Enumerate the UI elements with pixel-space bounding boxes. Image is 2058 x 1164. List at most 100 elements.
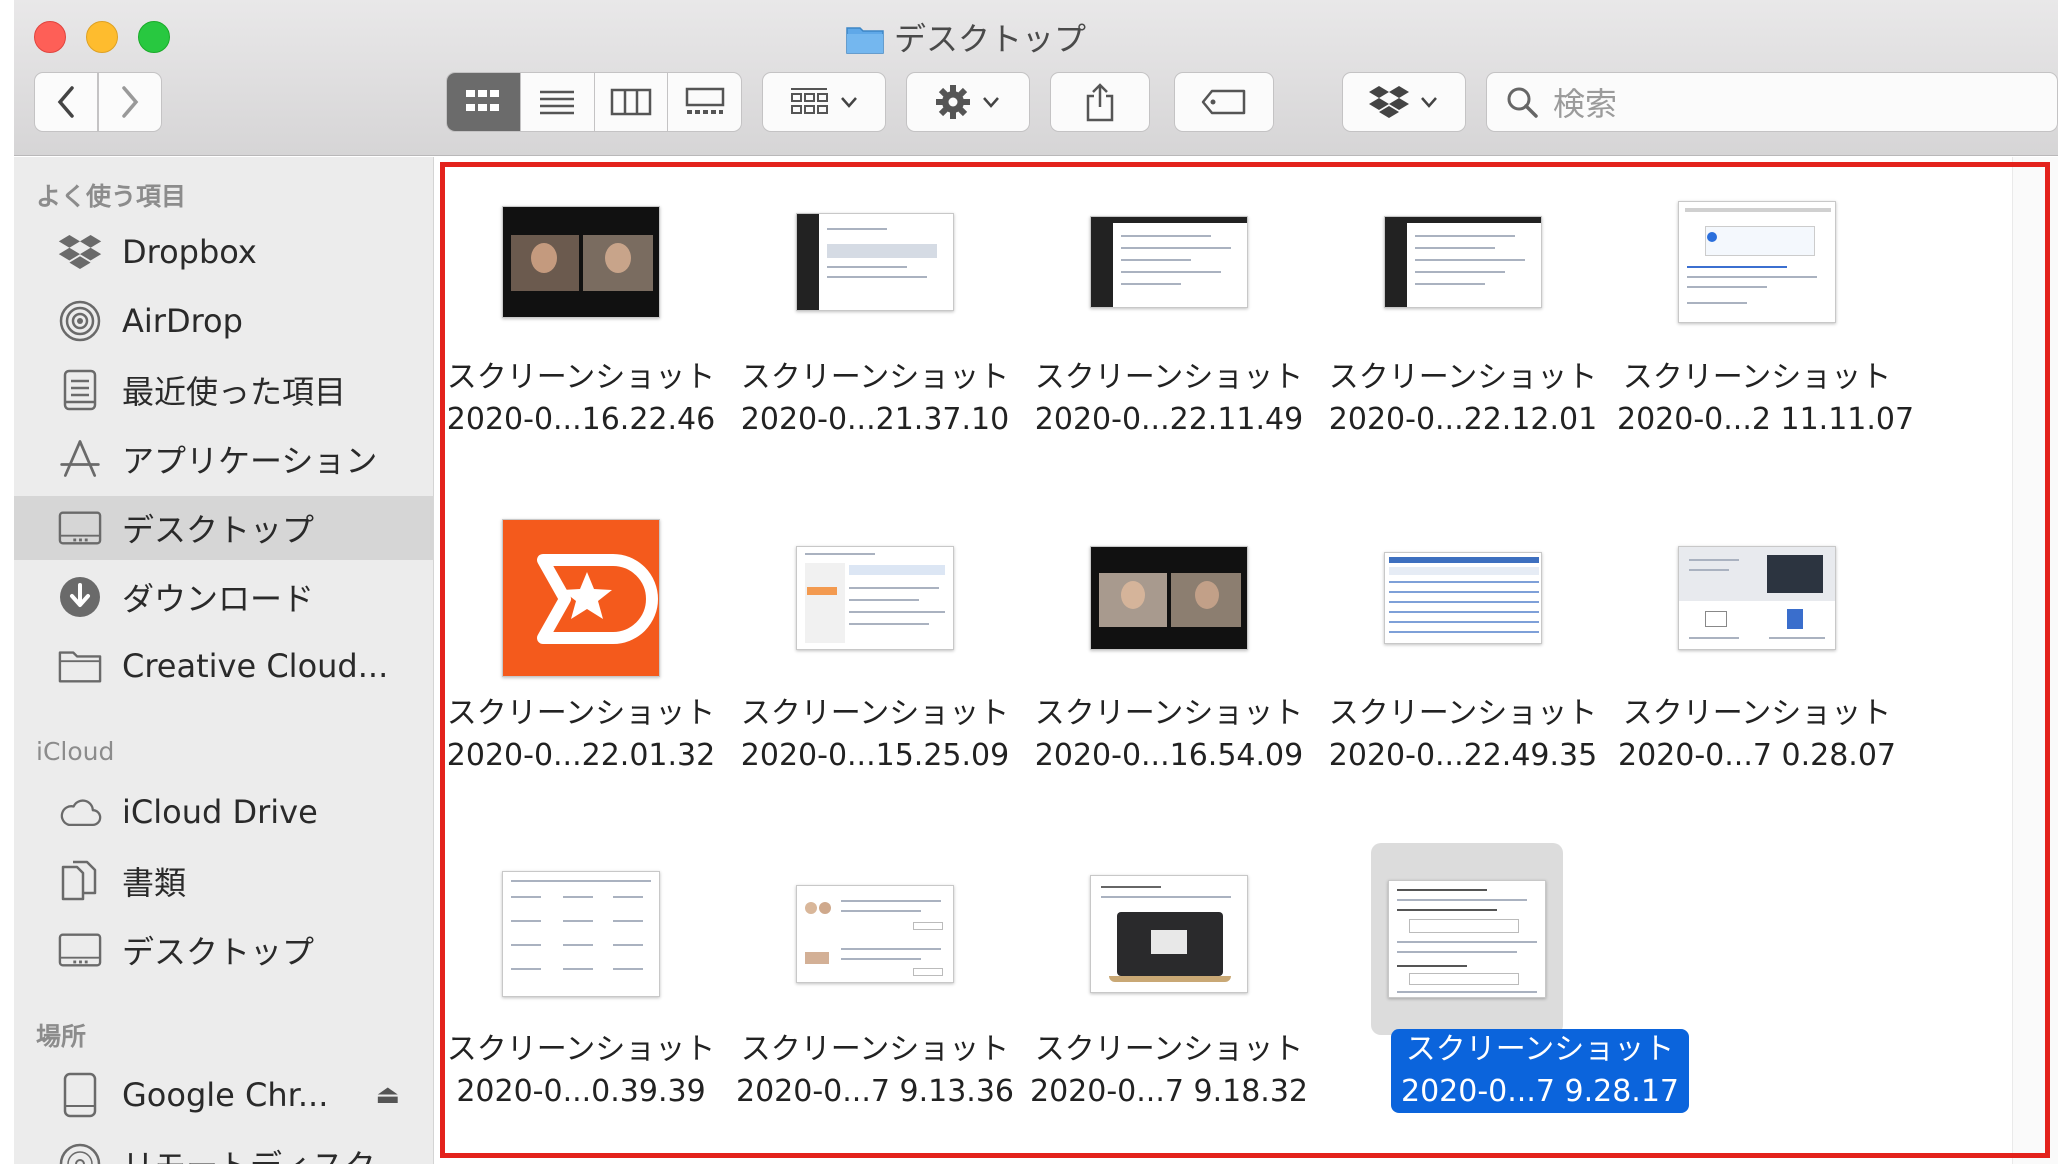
folder-icon (58, 644, 102, 688)
share-icon (1086, 83, 1114, 122)
icon-view-icon (466, 90, 500, 111)
file-thumbnail (1090, 216, 1248, 308)
list-view-icon (540, 90, 575, 115)
column-view-button[interactable] (595, 73, 669, 131)
scrollbar[interactable] (2012, 157, 2058, 1164)
search-field[interactable]: 検索 (1486, 72, 2058, 132)
file-thumbnail (1388, 880, 1546, 998)
action-menu-button[interactable] (906, 72, 1030, 132)
file-item[interactable]: スクリーンショット 2020-0...22.49.35 (1323, 513, 1603, 843)
sidebar-item-desktop[interactable]: デスクトップ (14, 496, 434, 560)
file-name: スクリーンショット 2020-0...7 0.28.07 (1618, 696, 1896, 773)
recents-icon (58, 368, 102, 412)
sidebar-header-icloud: iCloud (36, 737, 115, 766)
sidebar-item-applications[interactable]: アプリケーション (14, 427, 434, 491)
file-thumbnail (1384, 552, 1542, 644)
sidebar-item-label: 最近使った項目 (122, 373, 347, 411)
sidebar-item-google-chrome-disk[interactable]: Google Chr... ⏏ (14, 1063, 434, 1127)
file-name: スクリーンショット 2020-0...2 11.11.07 (1617, 360, 1915, 437)
file-name: スクリーンショット 2020-0...7 9.18.32 (1030, 1032, 1308, 1109)
file-item[interactable]: スクリーンショット 2020-0...22.12.01 (1323, 177, 1603, 507)
sidebar-item-label: 書類 (122, 864, 187, 902)
back-button[interactable] (34, 72, 98, 132)
file-thumbnail (796, 213, 954, 311)
file-thumbnail (1384, 216, 1542, 308)
file-name: スクリーンショット 2020-0...7 9.13.36 (736, 1032, 1014, 1109)
file-name: スクリーンショット 2020-0...16.54.09 (1034, 696, 1304, 773)
sidebar-item-label: ダウンロード (122, 580, 315, 618)
file-item[interactable]: スクリーンショット 2020-0...21.37.10 (735, 177, 1015, 507)
sidebar-item-label: アプリケーション (122, 442, 378, 480)
remote-disk-icon (58, 1142, 102, 1164)
sidebar-item-recents[interactable]: 最近使った項目 (14, 358, 434, 422)
sidebar-item-remote-disc[interactable]: リモートディスク (14, 1132, 434, 1164)
column-view-icon (610, 88, 652, 116)
file-name: スクリーンショット 2020-0...22.12.01 (1328, 360, 1598, 437)
sidebar-header-locations: 場所 (36, 1022, 87, 1051)
file-thumbnail (796, 546, 954, 650)
view-mode-selector (446, 72, 742, 132)
file-browser-content: スクリーンショット 2020-0...16.22.46 スクリーンショット 2020… (435, 157, 2058, 1164)
sidebar-item-dropbox[interactable]: Dropbox (14, 220, 434, 284)
file-name: スクリーンショット 2020-0...0.39.39 (446, 1032, 716, 1109)
file-thumbnail (502, 206, 660, 318)
sidebar-item-documents[interactable]: 書類 (14, 849, 434, 913)
sidebar-item-label: デスクトップ (122, 933, 315, 971)
icon-view-button[interactable] (447, 73, 521, 131)
forward-button[interactable] (98, 72, 162, 132)
gallery-view-icon (685, 87, 724, 114)
file-item[interactable]: スクリーンショット 2020-0...16.54.09 (1029, 513, 1309, 843)
file-name: スクリーンショット 2020-0...15.25.09 (740, 696, 1010, 773)
applications-icon (58, 437, 102, 481)
chevron-down-icon (1421, 97, 1437, 108)
finder-window: デスクトップ 検索 よく使う項目 Dropbox AirDrop 最近使った項目… (14, 0, 2058, 1164)
file-item[interactable]: スクリーンショット 2020-0...22.01.32 (441, 513, 721, 843)
dropbox-icon (58, 230, 102, 274)
file-item[interactable]: スクリーンショット 2020-0...7 9.13.36 (735, 849, 1015, 1164)
file-thumbnail (1678, 546, 1836, 650)
sidebar-item-label: AirDrop (122, 302, 243, 340)
sidebar-item-icloud-drive[interactable]: iCloud Drive (14, 780, 434, 844)
airdrop-icon (58, 299, 102, 343)
file-name: スクリーンショット 2020-0...22.49.35 (1328, 696, 1598, 773)
file-item[interactable]: スクリーンショット 2020-0...16.22.46 (441, 177, 721, 507)
file-item-selected[interactable]: スクリーンショット 2020-0...7 9.28.17 (1323, 843, 1689, 1164)
file-name-selected: スクリーンショット 2020-0...7 9.28.17 (1391, 1029, 1689, 1113)
group-by-button[interactable] (762, 72, 886, 132)
sidebar-item-downloads[interactable]: ダウンロード (14, 565, 434, 629)
group-icon (791, 88, 828, 114)
share-button[interactable] (1050, 72, 1150, 132)
sidebar-item-label: Google Chr... (122, 1076, 329, 1114)
eject-icon[interactable]: ⏏ (375, 1080, 400, 1110)
sidebar-item-label: デスクトップ (122, 511, 315, 549)
disk-icon (58, 1072, 102, 1118)
chevron-down-icon (841, 97, 857, 108)
dropbox-icon (1369, 86, 1409, 118)
folder-icon (846, 27, 884, 54)
documents-icon (58, 859, 102, 903)
chevron-left-icon (57, 86, 74, 118)
file-item[interactable]: スクリーンショット 2020-0...22.11.49 (1029, 177, 1309, 507)
file-name: スクリーンショット 2020-0...22.01.32 (446, 696, 716, 773)
file-item[interactable]: スクリーンショット 2020-0...15.25.09 (735, 513, 1015, 843)
file-thumbnail (502, 871, 660, 997)
dropbox-menu-button[interactable] (1342, 72, 1466, 132)
file-item[interactable]: スクリーンショット 2020-0...0.39.39 (441, 849, 721, 1164)
sidebar: よく使う項目 Dropbox AirDrop 最近使った項目 アプリケーション … (14, 157, 434, 1164)
list-view-button[interactable] (521, 73, 595, 131)
sidebar-item-creative-cloud[interactable]: Creative Cloud... (14, 634, 434, 698)
tag-button[interactable] (1174, 72, 1274, 132)
sidebar-item-label: Dropbox (122, 233, 257, 271)
sidebar-item-airdrop[interactable]: AirDrop (14, 289, 434, 353)
selected-thumbnail-background (1371, 843, 1563, 1035)
desktop-icon (58, 506, 102, 550)
gallery-view-button[interactable] (668, 73, 741, 131)
sidebar-header-favorites: よく使う項目 (36, 182, 187, 211)
file-item[interactable]: スクリーンショット 2020-0...2 11.11.07 (1617, 177, 1915, 507)
tag-icon (1201, 89, 1246, 115)
desktop-icon (58, 928, 102, 972)
toolbar: デスクトップ 検索 (14, 0, 2058, 156)
file-item[interactable]: スクリーンショット 2020-0...7 9.18.32 (1029, 849, 1309, 1164)
file-item[interactable]: スクリーンショット 2020-0...7 0.28.07 (1617, 513, 1897, 843)
sidebar-item-icloud-desktop[interactable]: デスクトップ (14, 918, 434, 982)
